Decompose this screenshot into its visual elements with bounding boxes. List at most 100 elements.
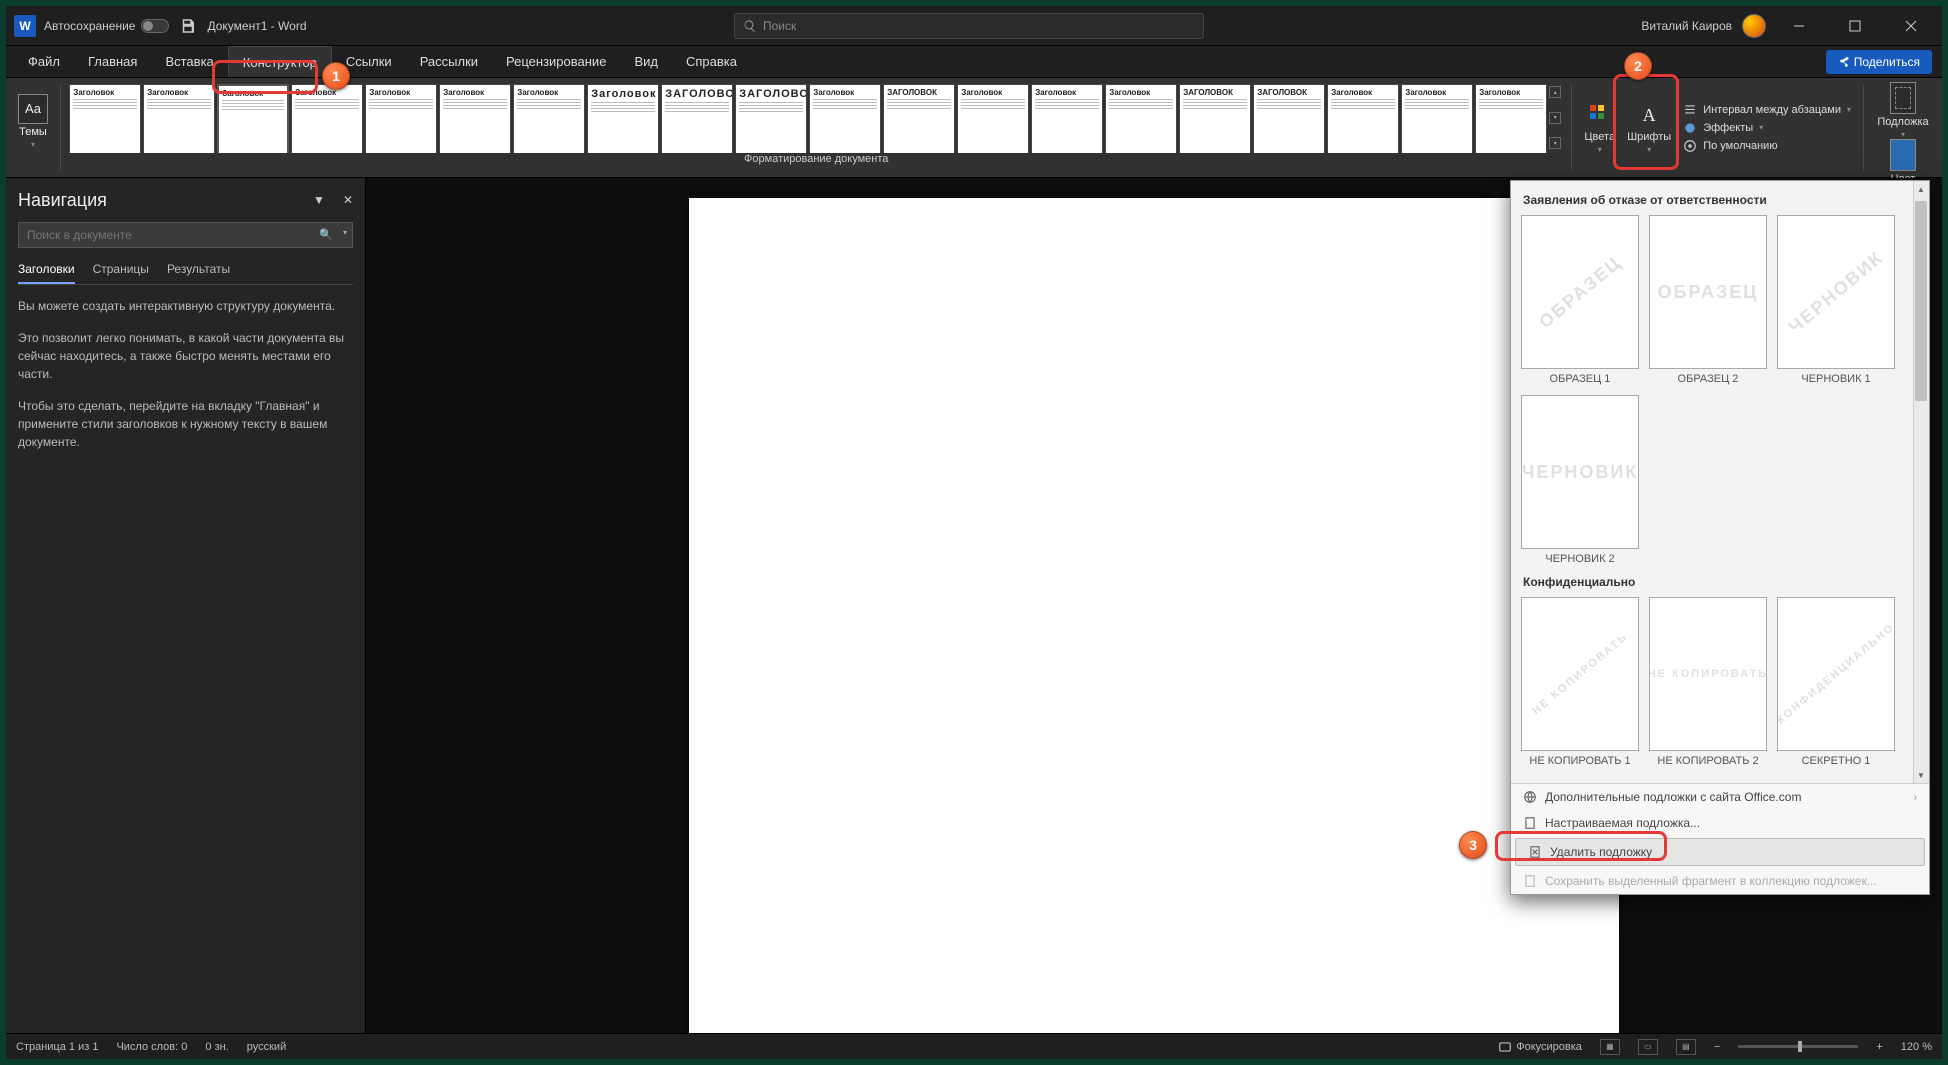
style-thumb[interactable]: ЗАГОЛОВОК bbox=[1253, 84, 1325, 153]
nav-tab-headings[interactable]: Заголовки bbox=[18, 256, 75, 284]
style-thumb[interactable]: Заголовок bbox=[217, 84, 289, 153]
close-button[interactable] bbox=[1888, 6, 1934, 46]
style-thumb[interactable]: ЗАГОЛОВОК bbox=[735, 84, 807, 153]
watermark-button[interactable]: Подложка▾ bbox=[1870, 82, 1936, 139]
style-thumb[interactable]: ЗАГОЛОВОК bbox=[883, 84, 955, 153]
save-icon[interactable] bbox=[179, 17, 197, 35]
search-box[interactable]: Поиск bbox=[734, 13, 1204, 39]
watermark-label: ОБРАЗЕЦ 2 bbox=[1678, 373, 1739, 385]
search-icon bbox=[743, 19, 757, 33]
globe-icon bbox=[1523, 790, 1537, 804]
style-thumb[interactable]: Заголовок bbox=[143, 84, 215, 153]
document-styles-gallery[interactable]: ЗаголовокЗаголовокЗаголовокЗаголовокЗаго… bbox=[67, 82, 1565, 153]
zoom-in[interactable]: + bbox=[1876, 1041, 1882, 1053]
zoom-level[interactable]: 120 % bbox=[1901, 1041, 1932, 1053]
dropdown-scrollbar[interactable]: ▲ ▼ bbox=[1913, 181, 1929, 783]
tab-help[interactable]: Справка bbox=[672, 46, 751, 77]
watermark-option[interactable]: КОНФИДЕНЦИАЛЬНОСЕКРЕТНО 1 bbox=[1777, 597, 1895, 767]
tab-insert[interactable]: Вставка bbox=[151, 46, 227, 77]
chevron-down-icon[interactable]: ▾ bbox=[343, 228, 347, 237]
style-thumb[interactable]: ЗАГОЛОВО bbox=[661, 84, 733, 153]
watermark-option[interactable]: ОБРАЗЕЦОБРАЗЕЦ 1 bbox=[1521, 215, 1639, 385]
status-page[interactable]: Страница 1 из 1 bbox=[16, 1041, 98, 1053]
minimize-button[interactable] bbox=[1776, 6, 1822, 46]
style-thumb[interactable]: Заголовок bbox=[291, 84, 363, 153]
watermark-option[interactable]: НЕ КОПИРОВАТЬНЕ КОПИРОВАТЬ 1 bbox=[1521, 597, 1639, 767]
style-thumb[interactable]: Заголовок bbox=[809, 84, 881, 153]
colors-button[interactable]: Цвета▾ bbox=[1578, 89, 1621, 167]
custom-watermark[interactable]: Настраиваемая подложка... bbox=[1511, 810, 1929, 836]
scroll-down-icon[interactable]: ▼ bbox=[1913, 767, 1929, 783]
chevron-down-icon: ▾ bbox=[31, 140, 35, 149]
wm-section-disclaimer: Заявления об отказе от ответственности bbox=[1523, 193, 1925, 207]
scroll-up-icon[interactable]: ▲ bbox=[1913, 181, 1929, 197]
watermark-option[interactable]: ЧЕРНОВИКЧЕРНОВИК 1 bbox=[1777, 215, 1895, 385]
status-chars[interactable]: 0 зн. bbox=[205, 1041, 228, 1053]
view-read-mode[interactable]: ▭ bbox=[1638, 1039, 1658, 1055]
style-thumb[interactable]: Заголовок bbox=[587, 84, 659, 153]
zoom-out[interactable]: − bbox=[1714, 1041, 1720, 1053]
paragraph-spacing-button[interactable]: Интервал между абзацами▾ bbox=[1683, 103, 1851, 117]
watermark-label: ОБРАЗЕЦ 1 bbox=[1550, 373, 1611, 385]
watermark-icon bbox=[1890, 82, 1916, 114]
remove-watermark[interactable]: Удалить подложку bbox=[1515, 838, 1925, 866]
style-thumb[interactable]: Заголовок bbox=[365, 84, 437, 153]
scroll-thumb[interactable] bbox=[1915, 201, 1927, 401]
watermark-dropdown: Заявления об отказе от ответственности О… bbox=[1510, 180, 1930, 895]
style-thumb[interactable]: Заголовок bbox=[513, 84, 585, 153]
style-thumb[interactable]: Заголовок bbox=[439, 84, 511, 153]
style-thumb[interactable]: Заголовок bbox=[1475, 84, 1547, 153]
watermark-option[interactable]: НЕ КОПИРОВАТЬНЕ КОПИРОВАТЬ 2 bbox=[1649, 597, 1767, 767]
fonts-icon: A bbox=[1635, 101, 1663, 129]
fonts-button[interactable]: A Шрифты▾ bbox=[1621, 89, 1677, 167]
nav-tab-results[interactable]: Результаты bbox=[167, 256, 230, 284]
maximize-button[interactable] bbox=[1832, 6, 1878, 46]
style-thumb[interactable]: Заголовок bbox=[69, 84, 141, 153]
nav-options-button[interactable]: ▼ bbox=[313, 193, 325, 207]
tab-mailings[interactable]: Рассылки bbox=[406, 46, 492, 77]
gallery-expand[interactable]: ▾ bbox=[1549, 137, 1561, 149]
autosave-toggle[interactable] bbox=[141, 19, 169, 33]
tab-home[interactable]: Главная bbox=[74, 46, 151, 77]
style-thumb[interactable]: Заголовок bbox=[1327, 84, 1399, 153]
focus-icon bbox=[1498, 1040, 1512, 1054]
watermark-label: НЕ КОПИРОВАТЬ 1 bbox=[1529, 755, 1630, 767]
nav-help-text: Чтобы это сделать, перейдите на вкладку … bbox=[18, 397, 353, 451]
watermark-label: НЕ КОПИРОВАТЬ 2 bbox=[1657, 755, 1758, 767]
nav-close-button[interactable]: ✕ bbox=[343, 193, 353, 207]
avatar[interactable] bbox=[1742, 14, 1766, 38]
set-default-button[interactable]: По умолчанию bbox=[1683, 139, 1851, 153]
tab-view[interactable]: Вид bbox=[620, 46, 672, 77]
status-words[interactable]: Число слов: 0 bbox=[116, 1041, 187, 1053]
document-page[interactable] bbox=[689, 198, 1619, 1033]
share-button[interactable]: Поделиться bbox=[1826, 50, 1932, 74]
style-thumb[interactable]: Заголовок bbox=[957, 84, 1029, 153]
titlebar: W Автосохранение Документ1 - Word Поиск … bbox=[6, 6, 1942, 46]
style-thumb[interactable]: Заголовок bbox=[1105, 84, 1177, 153]
themes-icon: Aa bbox=[18, 94, 48, 124]
view-web-layout[interactable]: ▤ bbox=[1676, 1039, 1696, 1055]
tab-review[interactable]: Рецензирование bbox=[492, 46, 620, 77]
gallery-scroll-up[interactable]: ▴ bbox=[1549, 86, 1561, 98]
nav-search-input[interactable] bbox=[18, 222, 353, 248]
watermark-option[interactable]: ЧЕРНОВИКЧЕРНОВИК 2 bbox=[1521, 395, 1639, 565]
user-name[interactable]: Виталий Каиров bbox=[1641, 19, 1732, 33]
nav-tab-pages[interactable]: Страницы bbox=[93, 256, 149, 284]
autosave-label: Автосохранение bbox=[44, 19, 135, 33]
watermark-option[interactable]: ОБРАЗЕЦОБРАЗЕЦ 2 bbox=[1649, 215, 1767, 385]
colors-icon bbox=[1586, 101, 1614, 129]
status-language[interactable]: русский bbox=[247, 1041, 286, 1053]
view-print-layout[interactable]: ▦ bbox=[1600, 1039, 1620, 1055]
style-thumb[interactable]: Заголовок bbox=[1401, 84, 1473, 153]
zoom-slider[interactable] bbox=[1738, 1045, 1858, 1048]
style-thumb[interactable]: Заголовок bbox=[1031, 84, 1103, 153]
search-icon[interactable]: 🔍 bbox=[319, 228, 333, 241]
focus-mode-button[interactable]: Фокусировка bbox=[1498, 1040, 1582, 1054]
effects-button[interactable]: Эффекты▾ bbox=[1683, 121, 1851, 135]
more-watermarks-office[interactable]: Дополнительные подложки с сайта Office.c… bbox=[1511, 784, 1929, 810]
themes-button[interactable]: Aa Темы ▾ bbox=[12, 82, 54, 160]
tab-file[interactable]: Файл bbox=[14, 46, 74, 77]
tab-design[interactable]: Конструктор bbox=[228, 46, 332, 77]
style-thumb[interactable]: ЗАГОЛОВОК bbox=[1179, 84, 1251, 153]
gallery-scroll-down[interactable]: ▾ bbox=[1549, 112, 1561, 124]
